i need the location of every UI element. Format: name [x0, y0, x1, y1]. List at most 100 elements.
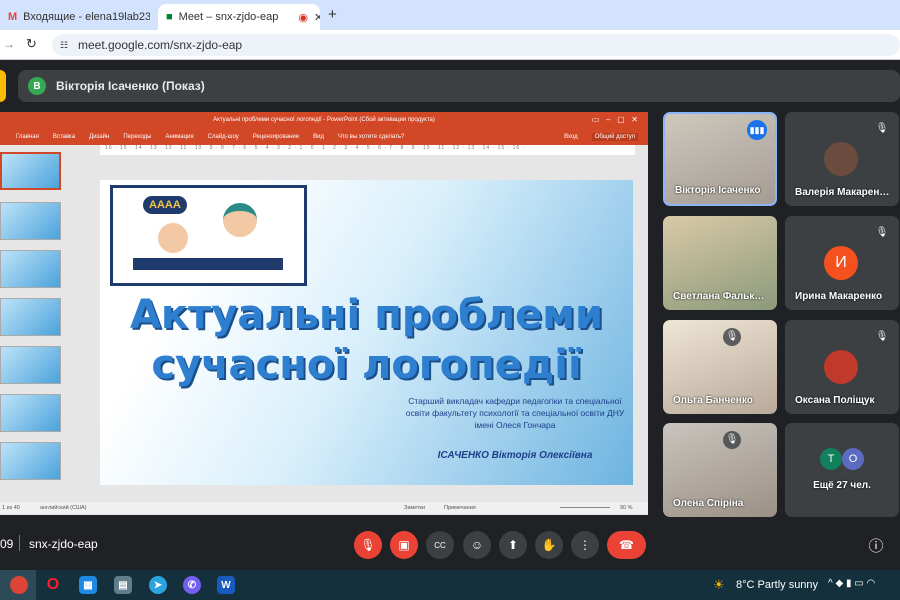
- forward-icon[interactable]: →: [3, 37, 15, 51]
- slide-title-line2: сучасної логопедії: [151, 342, 582, 388]
- mic-toggle-button[interactable]: 🎙: [354, 531, 382, 559]
- meeting-code: snx-zjdo-eap: [29, 537, 98, 551]
- language: английский (США): [40, 505, 87, 511]
- slide-canvas[interactable]: AAAA Актуальні проблеми сучасної логопед…: [100, 180, 633, 485]
- emoji-icon: ☺: [470, 538, 484, 552]
- speech-bubble: AAAA: [143, 196, 187, 214]
- ribbon-tab[interactable]: Анимация: [165, 134, 193, 140]
- more-participants-tile[interactable]: Т О Ещё 27 чел.: [785, 423, 899, 517]
- slide-thumbnails: [0, 152, 66, 502]
- slide-thumbnail[interactable]: [0, 250, 61, 288]
- info-icon: ⓘ: [868, 537, 884, 555]
- ribbon-tab[interactable]: Переходы: [123, 134, 151, 140]
- slide-subtitle: Старший викладач кафедри педагогіки та с…: [405, 396, 625, 430]
- ribbon-tab[interactable]: Вставка: [53, 134, 75, 140]
- raise-hand-button[interactable]: ✋: [535, 531, 563, 559]
- chrome-icon[interactable]: [10, 576, 28, 594]
- meet-icon: ■: [166, 11, 173, 23]
- mic-off-icon: 🎙: [873, 120, 891, 138]
- slide-thumbnail[interactable]: [0, 298, 61, 336]
- more-participants-label: Ещё 27 чел.: [813, 480, 871, 491]
- address-bar: → ↻ ☷ meet.google.com/snx-zjdo-eap: [0, 30, 900, 60]
- share-button[interactable]: Общий доступ: [591, 132, 638, 141]
- notes-button[interactable]: Заметки: [404, 502, 425, 514]
- tab-label: Входящие - elena19lab23@gmail: [23, 11, 150, 23]
- participant-name: Ирина Макаренко: [795, 291, 883, 302]
- more-vert-icon: ⋮: [579, 538, 591, 552]
- weather-icon: ☀: [713, 577, 725, 592]
- slide-thumbnail[interactable]: [0, 202, 61, 240]
- teacher-figure: [223, 203, 257, 237]
- participant-tile[interactable]: ▮▮▮ Вікторія Ісаченко: [663, 112, 777, 206]
- meet-control-bar: 09 snx-zjdo-eap 🎙 ▣ CC ☺ ⬆ ✋ ⋮ ☎ ⓘ: [0, 520, 900, 570]
- slide-thumbnail[interactable]: [0, 346, 61, 384]
- weather-text[interactable]: 8°C Partly sunny: [736, 579, 818, 591]
- camera-off-icon: ▣: [398, 538, 410, 552]
- emoji-button[interactable]: ☺: [463, 531, 491, 559]
- more-options-button[interactable]: ⋮: [571, 531, 599, 559]
- mic-off-icon: 🎙: [360, 538, 376, 552]
- ribbon-tab[interactable]: Главная: [16, 134, 39, 140]
- url-text: meet.google.com/snx-zjdo-eap: [78, 38, 243, 52]
- slide-thumbnail[interactable]: [0, 152, 61, 190]
- participant-name: Ольга Банченко: [673, 395, 753, 406]
- mic-off-icon: 🎙: [723, 328, 741, 346]
- url-input[interactable]: ☷ meet.google.com/snx-zjdo-eap: [52, 34, 900, 56]
- participant-tile[interactable]: 🎙 Ольга Банченко: [663, 320, 777, 414]
- gmail-icon: M: [8, 11, 18, 23]
- ppt-title: Актуальні проблеми сучасної логопедії - …: [213, 117, 435, 123]
- camera-toggle-button[interactable]: ▣: [390, 531, 418, 559]
- recording-icon: ◉: [298, 11, 308, 24]
- tab-meet[interactable]: ■ Meet – snx-zjdo-eap ◉ ✕: [158, 4, 320, 30]
- meeting-time: 09: [0, 537, 14, 551]
- participant-tile[interactable]: 🎙 И Ирина Макаренко: [785, 216, 899, 310]
- child-figure: [158, 223, 188, 253]
- slide-author: ІСАЧЕНКО Вікторія Олексіївна: [437, 450, 593, 461]
- slide-thumbnail[interactable]: [0, 394, 61, 432]
- info-button[interactable]: ⓘ: [862, 531, 890, 559]
- avatar: И: [824, 246, 858, 280]
- slide-thumbnail[interactable]: [0, 442, 61, 480]
- presenter-bar: В Вікторія Ісаченко (Показ): [18, 70, 900, 102]
- participant-name: Оксана Поліщук: [795, 395, 875, 406]
- participant-tile[interactable]: Светлана Фальк…: [663, 216, 777, 310]
- zoom-slider[interactable]: [560, 507, 610, 508]
- avatar: Т: [820, 448, 842, 470]
- captions-button[interactable]: CC: [426, 531, 454, 559]
- close-icon[interactable]: ✕: [314, 11, 320, 24]
- end-call-button[interactable]: ☎: [607, 531, 646, 559]
- end-call-icon: ☎: [619, 538, 634, 552]
- tab-gmail[interactable]: MВходящие - elena19lab23@gmail✕: [0, 4, 150, 30]
- comments-button[interactable]: Примечания: [444, 502, 476, 514]
- site-settings-icon[interactable]: ☷: [60, 34, 68, 56]
- avatar: О: [842, 448, 864, 470]
- ribbon-tab[interactable]: Слайд-шоу: [208, 134, 239, 140]
- ribbon-tab[interactable]: Дизайн: [89, 134, 109, 140]
- slide-counter: 1 из 40: [2, 505, 20, 511]
- viber-icon[interactable]: ✆: [183, 576, 201, 594]
- participant-tile[interactable]: 🎙 Валерія Макарен…: [785, 112, 899, 206]
- participant-tile[interactable]: 🎙 Оксана Поліщук: [785, 320, 899, 414]
- tray-icons[interactable]: ^ ◆ ▮ ▭ ◠: [828, 578, 875, 589]
- word-icon[interactable]: W: [217, 576, 235, 594]
- participant-tile[interactable]: 🎙 Олена Спіріна: [663, 423, 777, 517]
- avatar: В: [28, 77, 46, 95]
- captions-icon: CC: [434, 540, 446, 550]
- ribbon-tab[interactable]: Вид: [313, 134, 324, 140]
- zoom-level: 90 %: [620, 505, 633, 511]
- window-controls-icon[interactable]: ▭ – ▢ ✕: [592, 112, 638, 128]
- calculator-icon[interactable]: ▤: [114, 576, 132, 594]
- opera-icon[interactable]: O: [44, 576, 62, 594]
- tell-me-search[interactable]: Что вы хотите сделать?: [338, 134, 404, 140]
- telegram-icon[interactable]: ➤: [149, 576, 167, 594]
- ppt-ribbon: Главная Вставка Дизайн Переходы Анимация…: [0, 128, 648, 145]
- calendar-icon[interactable]: ▦: [79, 576, 97, 594]
- mic-off-icon: 🎙: [873, 224, 891, 242]
- new-tab-button[interactable]: +: [328, 6, 337, 23]
- reload-icon[interactable]: ↻: [26, 36, 37, 52]
- avatar: [824, 350, 858, 384]
- ribbon-tab[interactable]: Рецензирование: [253, 134, 299, 140]
- signin-link[interactable]: Вход: [564, 134, 578, 140]
- present-button[interactable]: ⬆: [499, 531, 527, 559]
- speaking-icon: ▮▮▮: [747, 120, 767, 140]
